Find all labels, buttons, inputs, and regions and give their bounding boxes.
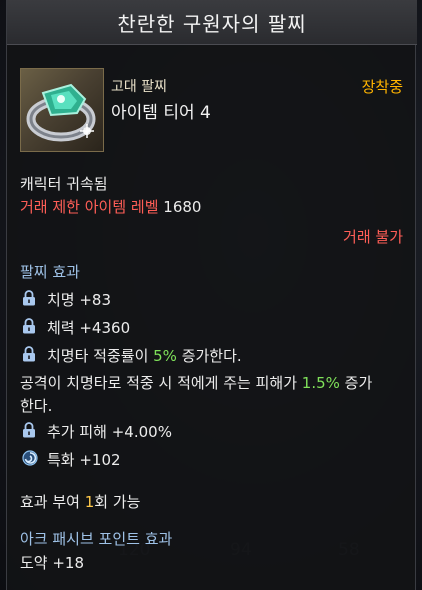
bracelet-icon	[20, 68, 104, 152]
lock-icon	[23, 318, 35, 334]
ark-passive-value: 도약 +18	[20, 554, 85, 572]
item-grade: 고대 팔찌	[111, 79, 167, 95]
long-effect-line2: 한다.	[20, 397, 53, 415]
long-effect-line1: 공격이 치명타로 적중 시 적에게 주는 피해가 1.5% 증가	[20, 372, 372, 393]
trade-limit-label: 거래 제한 아이템 레벨	[20, 198, 159, 216]
effect-highlight: 5%	[153, 347, 177, 365]
effects-header: 팔찌 효과	[20, 263, 80, 281]
equipped-badge: 장착중	[361, 78, 403, 96]
effect-crit: 치명 +83	[47, 291, 112, 309]
lock-icon	[23, 346, 35, 362]
trade-limit-value: 1680	[163, 198, 202, 216]
trade-limit: 거래 제한 아이템 레벨 1680	[20, 196, 201, 217]
item-tier: 아이템 티어 4	[111, 103, 211, 123]
effect-crit-rate: 치명타 적중률이 5% 증가한다.	[47, 345, 242, 366]
effect-grant: 효과 부여 1회 가능	[20, 491, 140, 512]
effect-text: 치명타 적중률이	[47, 347, 154, 365]
effect-specialization: 특화 +102	[47, 451, 121, 469]
trade-status: 거래 불가	[343, 228, 403, 246]
ark-passive-header: 아크 패시브 포인트 효과	[20, 530, 173, 548]
lock-icon	[23, 290, 35, 306]
lock-icon	[23, 422, 35, 438]
grant-text: 회 가능	[94, 493, 141, 511]
grant-text: 효과 부여	[20, 493, 85, 511]
effect-text: 증가한다.	[176, 347, 242, 365]
effect-highlight: 1.5%	[301, 374, 340, 392]
item-title: 찬란한 구원자의 팔찌	[7, 0, 417, 45]
effect-text: 공격이 치명타로 적중 시 적에게 주는 피해가	[20, 374, 302, 392]
effect-extra-damage: 추가 피해 +4.00%	[47, 423, 172, 441]
swirl-icon	[22, 450, 38, 466]
effect-text: 증가	[339, 374, 373, 392]
effect-health: 체력 +4360	[47, 319, 131, 337]
item-tooltip: 찬란한 구원자의 팔찌 고대 팔찌 아이템 티어 4 장착중 캐릭터 귀속됨 거…	[6, 0, 417, 590]
grant-count: 1	[84, 493, 95, 511]
bound-status: 캐릭터 귀속됨	[20, 175, 108, 193]
